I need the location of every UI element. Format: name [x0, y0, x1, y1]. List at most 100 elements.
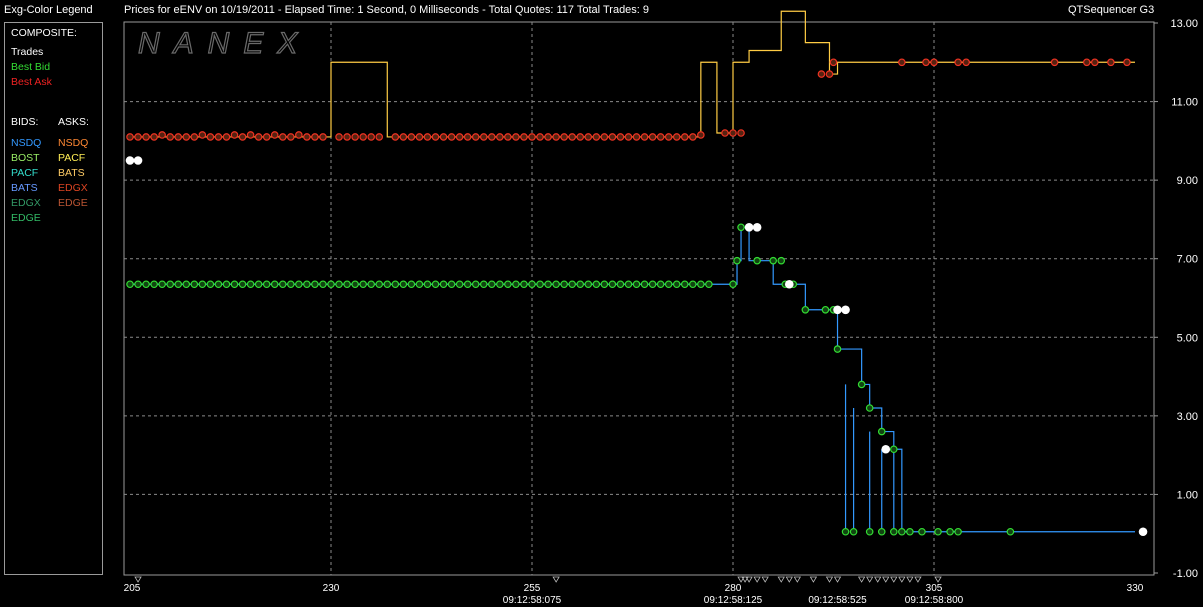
best-bid-marker: [343, 280, 351, 289]
best-bid-marker: [680, 280, 689, 289]
x-trade-tick: [785, 576, 793, 583]
best-bid-marker: [496, 280, 504, 289]
best-bid-marker: [801, 305, 810, 314]
best-ask-marker: [455, 133, 464, 141]
y-tick-label: 3.00: [1177, 411, 1198, 423]
best-ask-marker: [415, 133, 424, 141]
best-bid-marker: [552, 280, 560, 289]
best-bid-marker: [865, 404, 874, 412]
best-ask-marker: [206, 133, 215, 141]
best-ask-marker: [536, 133, 544, 141]
best-bid-marker: [865, 527, 874, 536]
x-trade-tick: [890, 576, 898, 583]
x-trade-tick: [906, 576, 914, 583]
best-bid-marker: [479, 280, 488, 289]
x-trade-tick: [753, 576, 761, 583]
best-ask-marker: [544, 133, 552, 141]
best-ask-marker: [664, 133, 673, 141]
best-ask-marker: [496, 133, 504, 141]
best-ask-marker: [142, 133, 150, 141]
best-ask-marker: [680, 133, 689, 141]
best-ask-marker: [568, 133, 577, 141]
best-ask-marker: [697, 131, 705, 139]
best-bid-marker: [821, 305, 830, 314]
best-ask-marker: [1082, 58, 1091, 67]
x-axis: 205 230 255 280 305 330 09:12:58:075 09:12:58:1…: [124, 576, 1144, 606]
best-ask-marker: [721, 129, 729, 137]
trade-marker: [133, 156, 143, 165]
best-bid-marker: [359, 280, 367, 289]
best-ask-marker: [463, 133, 472, 141]
x-time-label: 09:12:58:075: [503, 595, 562, 606]
best-bid-marker: [544, 280, 552, 289]
x-time-label: 09:12:58:525: [808, 595, 867, 606]
best-bid-marker: [877, 527, 886, 536]
best-ask-marker: [608, 133, 617, 141]
y-tick-label: 7.00: [1177, 254, 1198, 266]
watermark-text: NANEX: [138, 27, 311, 60]
best-bid-marker: [375, 280, 384, 289]
best-bid-marker: [584, 280, 593, 289]
best-bid-marker: [278, 280, 287, 289]
x-trade-tick: [552, 576, 560, 583]
best-bid-marker: [648, 280, 657, 289]
trade-marker: [881, 444, 891, 454]
best-ask-marker: [825, 70, 834, 78]
best-ask-marker: [335, 133, 343, 141]
best-ask-marker: [359, 133, 367, 141]
best-bid-marker: [576, 280, 585, 289]
trade-marker: [744, 222, 754, 232]
best-ask-marker: [246, 131, 255, 139]
best-ask-marker: [150, 133, 158, 141]
x-trade-tick: [825, 576, 834, 583]
y-tick-label: 9.00: [1177, 175, 1198, 187]
best-bid-marker: [246, 280, 255, 289]
best-ask-marker: [431, 133, 440, 141]
y-tick-label: -1.00: [1173, 568, 1198, 580]
best-bid-marker: [254, 280, 263, 289]
best-bid-marker: [688, 280, 697, 289]
best-ask-marker: [190, 133, 199, 141]
x-tick-label: 305: [926, 583, 943, 594]
best-bid-marker: [737, 223, 745, 232]
x-tick-label: 255: [524, 583, 541, 594]
best-bid-marker: [600, 280, 609, 289]
best-bid-marker: [351, 280, 359, 289]
y-tick-label: 11.00: [1171, 97, 1198, 109]
best-bid-marker: [560, 280, 568, 289]
best-ask-marker: [624, 133, 633, 141]
best-ask-marker: [174, 133, 183, 141]
best-bid-marker: [166, 280, 175, 289]
best-ask-marker: [576, 133, 585, 141]
best-ask-marker: [504, 133, 512, 141]
best-bid-marker: [455, 280, 464, 289]
best-bid-marker: [833, 345, 842, 353]
best-ask-marker: [648, 133, 657, 141]
x-trade-tick: [934, 576, 942, 583]
best-ask-marker: [632, 133, 641, 141]
best-bid-marker: [471, 280, 480, 289]
best-ask-marker: [166, 133, 175, 141]
best-ask-marker: [829, 58, 838, 67]
best-bid-marker: [383, 280, 392, 289]
best-ask-marker: [584, 133, 593, 141]
best-bid-marker: [367, 280, 376, 289]
best-bid-marker: [415, 280, 424, 289]
best-ask-marker: [922, 58, 930, 67]
best-ask-marker: [295, 131, 303, 139]
y-tick-label: 1.00: [1177, 489, 1198, 501]
trade-marker: [752, 222, 762, 232]
best-bid-marker: [616, 280, 625, 289]
best-ask-marker: [817, 70, 826, 78]
best-ask-marker: [520, 133, 528, 141]
best-ask-marker: [182, 133, 191, 141]
best-ask-marker: [528, 133, 536, 141]
best-ask-marker: [230, 131, 239, 139]
best-bid-marker: [423, 280, 432, 289]
x-trade-tick: [865, 576, 874, 583]
best-bid-marker: [431, 280, 440, 289]
best-bid-marker: [190, 280, 199, 289]
best-bid-marker: [286, 280, 295, 289]
best-bid-marker: [777, 256, 786, 265]
best-ask-marker: [672, 133, 681, 141]
